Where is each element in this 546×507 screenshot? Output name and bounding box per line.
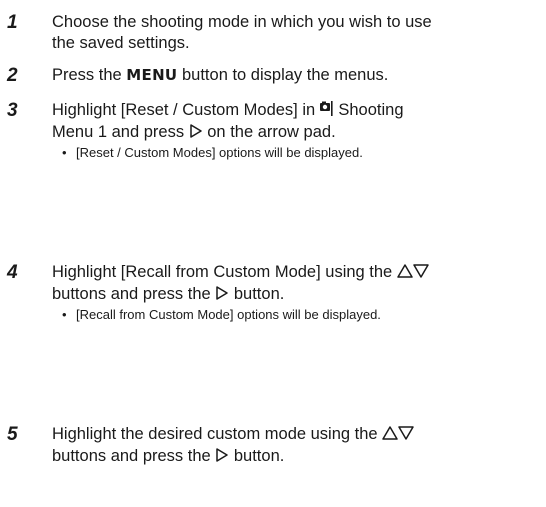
step-text-part: button. [229,285,285,303]
step-text-part: Shooting [333,101,404,119]
up-arrow-icon [382,425,398,446]
camera-shooting-menu-icon [319,101,334,122]
right-arrow-icon [189,123,203,144]
bullet-text: [Recall from Custom Mode] options will b… [76,307,381,322]
step-text-part: buttons and press the [52,285,216,303]
step-text: Choose the shooting mode in which you wi… [52,12,544,54]
step-number: 2 [7,65,18,86]
step-text-part: button to display the menus. [177,66,389,84]
step-text-part: on the arrow pad. [202,123,336,141]
down-arrow-icon [413,263,429,284]
step-text-part: Highlight [Reset / Custom Modes] in [52,101,320,119]
bullet-symbol: • [62,307,67,322]
step-text-part: buttons and press the [52,447,216,465]
step-number: 1 [7,12,18,33]
up-arrow-icon [397,263,413,284]
step-number: 5 [7,424,18,445]
step-number: 3 [7,100,18,121]
down-arrow-icon [398,425,414,446]
bullet-note: • [Recall from Custom Mode] options will … [62,307,532,323]
step-text: Highlight [Reset / Custom Modes] in Shoo… [52,100,544,144]
step-text: Press the MENU button to display the men… [52,65,544,86]
bullet-note: • [Reset / Custom Modes] options will be … [62,145,532,161]
step-text-line: Choose the shooting mode in which you wi… [52,13,432,31]
step-text-part: Highlight [Recall from Custom Mode] usin… [52,263,397,281]
step-text-part: Highlight the desired custom mode using … [52,425,383,443]
right-arrow-icon [215,285,229,306]
bullet-text: [Reset / Custom Modes] options will be d… [76,145,363,160]
step-text-line: the saved settings. [52,34,190,52]
step-text: Highlight the desired custom mode using … [52,424,544,468]
step-text-part: button. [229,447,285,465]
step-text-part: Press the [52,66,127,84]
right-arrow-icon [215,447,229,468]
step-number: 4 [7,262,18,283]
bullet-symbol: • [62,145,67,160]
step-text-part: Menu 1 and press [52,123,189,141]
step-text: Highlight [Recall from Custom Mode] usin… [52,262,544,306]
menu-button-label: MENU [126,66,178,84]
